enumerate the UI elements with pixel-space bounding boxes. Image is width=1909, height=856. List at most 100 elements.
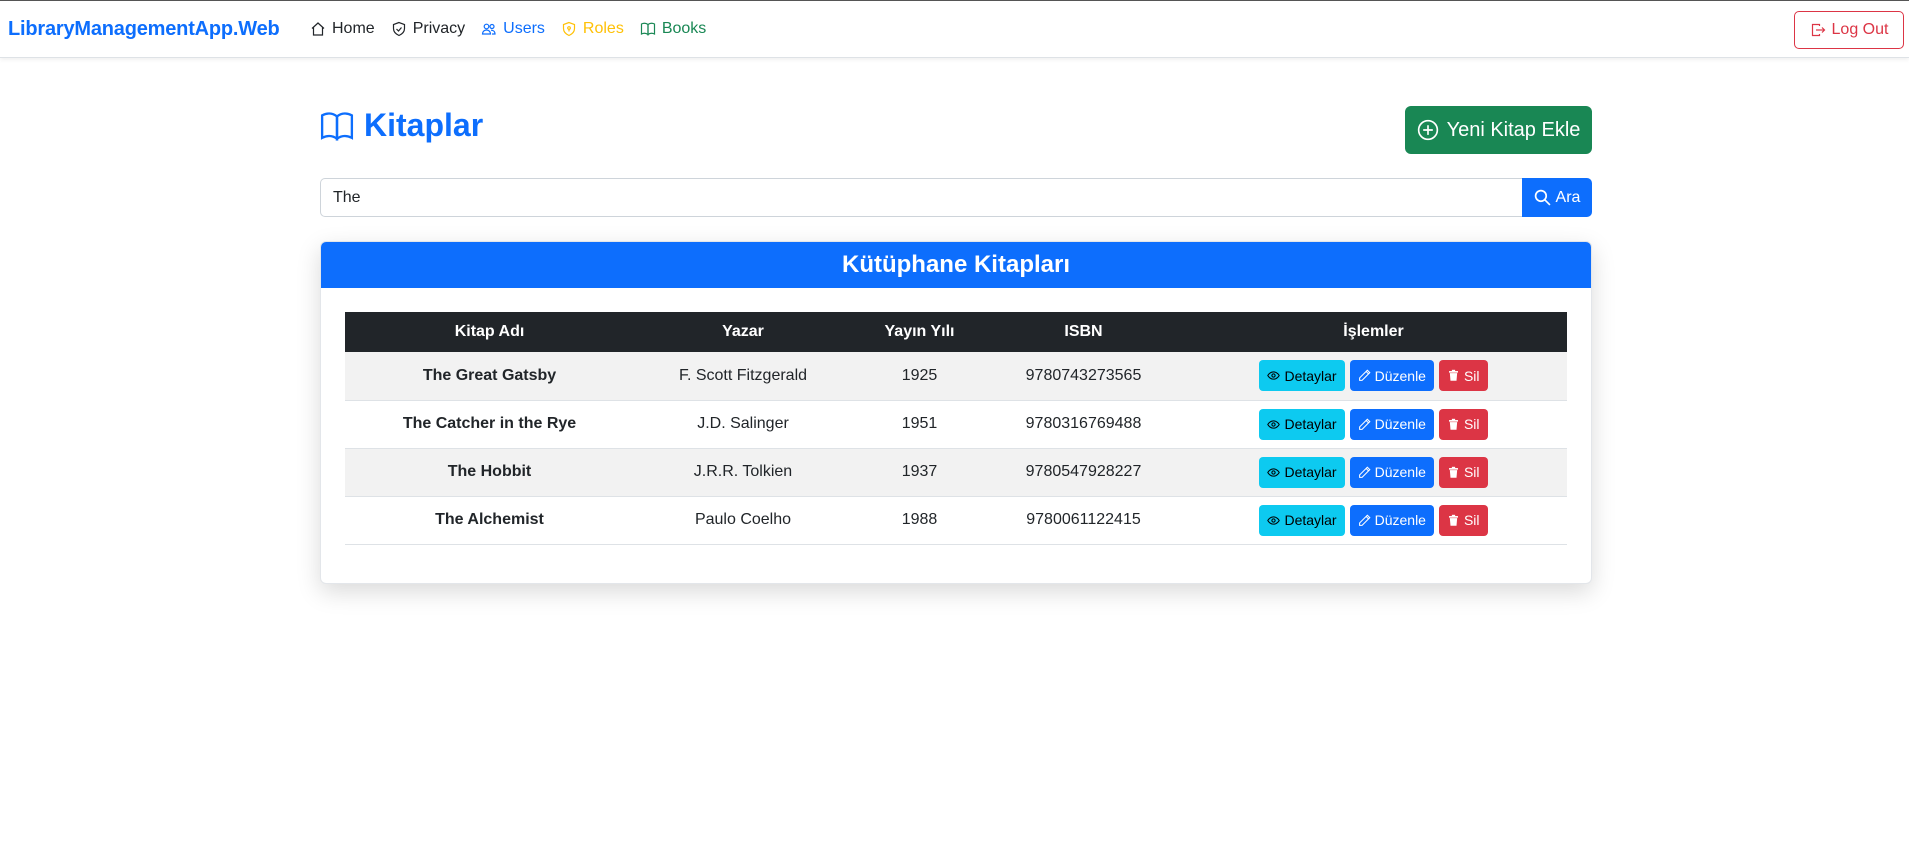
- nav-privacy-link[interactable]: Privacy: [391, 20, 465, 38]
- row-actions: Detaylar Düzenle Sil: [1180, 496, 1567, 545]
- house-icon: [311, 22, 325, 36]
- eye-icon: [1267, 419, 1281, 429]
- nav-roles-label: Roles: [582, 20, 624, 37]
- table-row: The Alchemist Paulo Coelho 1988 97800611…: [345, 496, 1567, 545]
- search-bar: Ara: [320, 178, 1592, 217]
- book-title: The Great Gatsby: [345, 352, 634, 401]
- people-icon: [482, 23, 496, 35]
- nav-users-label: Users: [503, 20, 545, 37]
- books-table-wrap: Kitap Adı Yazar Yayın Yılı ISBN İşlemler…: [345, 312, 1567, 545]
- page-title-text: Kitaplar: [364, 107, 484, 143]
- edit-label: Düzenle: [1374, 367, 1426, 384]
- nav-links: Home Privacy Users Roles Books: [310, 20, 706, 38]
- details-button[interactable]: Detaylar: [1259, 504, 1345, 536]
- book-title: The Hobbit: [345, 448, 634, 497]
- book-year: 1988: [852, 496, 987, 545]
- column-header-title: Kitap Adı: [345, 312, 634, 352]
- nav-privacy-label: Privacy: [412, 20, 466, 37]
- add-book-label: Yeni Kitap Ekle: [1446, 118, 1581, 141]
- book-title: The Catcher in the Rye: [345, 400, 634, 449]
- details-label: Detaylar: [1284, 416, 1337, 432]
- search-input[interactable]: [320, 178, 1522, 217]
- column-header-isbn: ISBN: [987, 312, 1180, 352]
- logout-button[interactable]: Log Out: [1794, 11, 1904, 49]
- table-header-row: Kitap Adı Yazar Yayın Yılı ISBN İşlemler: [345, 312, 1567, 352]
- table-row: The Catcher in the Rye J.D. Salinger 195…: [345, 400, 1567, 449]
- book-icon: [640, 22, 655, 36]
- delete-button[interactable]: Sil: [1438, 408, 1488, 440]
- plus-circle-icon: [1417, 119, 1438, 141]
- pencil-icon: [1358, 369, 1371, 382]
- trash-icon: [1449, 466, 1458, 478]
- column-header-year: Yayın Yılı: [852, 312, 987, 352]
- trash-icon: [1449, 514, 1458, 526]
- card-header: Kütüphane Kitapları: [321, 242, 1591, 288]
- trash-icon: [1449, 370, 1458, 382]
- eye-icon: [1267, 467, 1281, 477]
- book-author: F. Scott Fitzgerald: [634, 352, 852, 401]
- delete-button[interactable]: Sil: [1438, 360, 1488, 392]
- box-arrow-right-icon: [1811, 23, 1825, 37]
- book-year: 1951: [852, 400, 987, 449]
- book-isbn: 9780743273565: [987, 352, 1180, 401]
- eye-icon: [1267, 371, 1281, 380]
- table-row: The Hobbit J.R.R. Tolkien 1937 978054792…: [345, 448, 1567, 497]
- row-actions: Detaylar Düzenle Sil: [1180, 352, 1567, 401]
- delete-button[interactable]: Sil: [1438, 504, 1488, 536]
- logout-label: Log Out: [1831, 21, 1889, 38]
- add-book-button[interactable]: Yeni Kitap Ekle: [1405, 106, 1592, 154]
- row-actions: Detaylar Düzenle Sil: [1180, 400, 1567, 449]
- edit-button[interactable]: Düzenle: [1349, 360, 1434, 392]
- nav-books-label: Books: [661, 20, 707, 37]
- details-button[interactable]: Detaylar: [1259, 360, 1345, 392]
- book-year: 1937: [852, 448, 987, 497]
- book-isbn: 9780061122415: [987, 496, 1180, 545]
- nav-roles-link[interactable]: Roles: [561, 20, 624, 38]
- eye-icon: [1267, 515, 1281, 525]
- books-table: Kitap Adı Yazar Yayın Yılı ISBN İşlemler…: [345, 312, 1567, 545]
- book-title: The Alchemist: [345, 496, 634, 545]
- book-author: J.R.R. Tolkien: [634, 448, 852, 497]
- pencil-icon: [1358, 417, 1371, 430]
- table-row: The Great Gatsby F. Scott Fitzgerald 192…: [345, 352, 1567, 401]
- details-label: Detaylar: [1284, 464, 1337, 480]
- search-button[interactable]: Ara: [1522, 178, 1592, 217]
- book-isbn: 9780547928227: [987, 448, 1180, 497]
- book-year: 1925: [852, 352, 987, 401]
- navbar: LibraryManagementApp.Web Home Privacy Us…: [0, 0, 1909, 58]
- edit-label: Düzenle: [1374, 464, 1426, 480]
- book-author: J.D. Salinger: [634, 400, 852, 449]
- pencil-icon: [1358, 465, 1371, 478]
- books-card: Kütüphane Kitapları Kitap Adı Yazar Yayı…: [320, 241, 1592, 584]
- nav-books-link[interactable]: Books: [640, 20, 706, 38]
- edit-label: Düzenle: [1374, 512, 1426, 528]
- shield-lock-icon: [562, 21, 576, 37]
- delete-button[interactable]: Sil: [1438, 456, 1488, 488]
- nav-users-link[interactable]: Users: [481, 20, 545, 38]
- book-isbn: 9780316769488: [987, 400, 1180, 449]
- search-button-label: Ara: [1555, 188, 1581, 206]
- delete-label: Sil: [1463, 416, 1480, 432]
- page-title: Kitaplar: [320, 107, 483, 144]
- edit-button[interactable]: Düzenle: [1349, 456, 1434, 488]
- table-body: The Great Gatsby F. Scott Fitzgerald 192…: [345, 352, 1567, 545]
- row-actions: Detaylar Düzenle Sil: [1180, 448, 1567, 497]
- edit-button[interactable]: Düzenle: [1349, 504, 1434, 536]
- details-button[interactable]: Detaylar: [1259, 456, 1345, 488]
- edit-button[interactable]: Düzenle: [1349, 408, 1434, 440]
- nav-home-label: Home: [332, 20, 375, 37]
- trash-icon: [1449, 418, 1458, 430]
- edit-label: Düzenle: [1374, 416, 1426, 432]
- details-label: Detaylar: [1284, 512, 1337, 528]
- delete-label: Sil: [1463, 512, 1480, 528]
- book-author: Paulo Coelho: [634, 496, 852, 545]
- column-header-author: Yazar: [634, 312, 852, 352]
- brand-link[interactable]: LibraryManagementApp.Web: [8, 18, 280, 41]
- search-icon: [1534, 189, 1551, 206]
- delete-label: Sil: [1463, 367, 1480, 384]
- nav-home-link[interactable]: Home: [310, 20, 375, 38]
- pencil-icon: [1358, 513, 1371, 526]
- shield-icon: [392, 21, 405, 37]
- details-button[interactable]: Detaylar: [1259, 408, 1345, 440]
- column-header-actions: İşlemler: [1180, 312, 1567, 352]
